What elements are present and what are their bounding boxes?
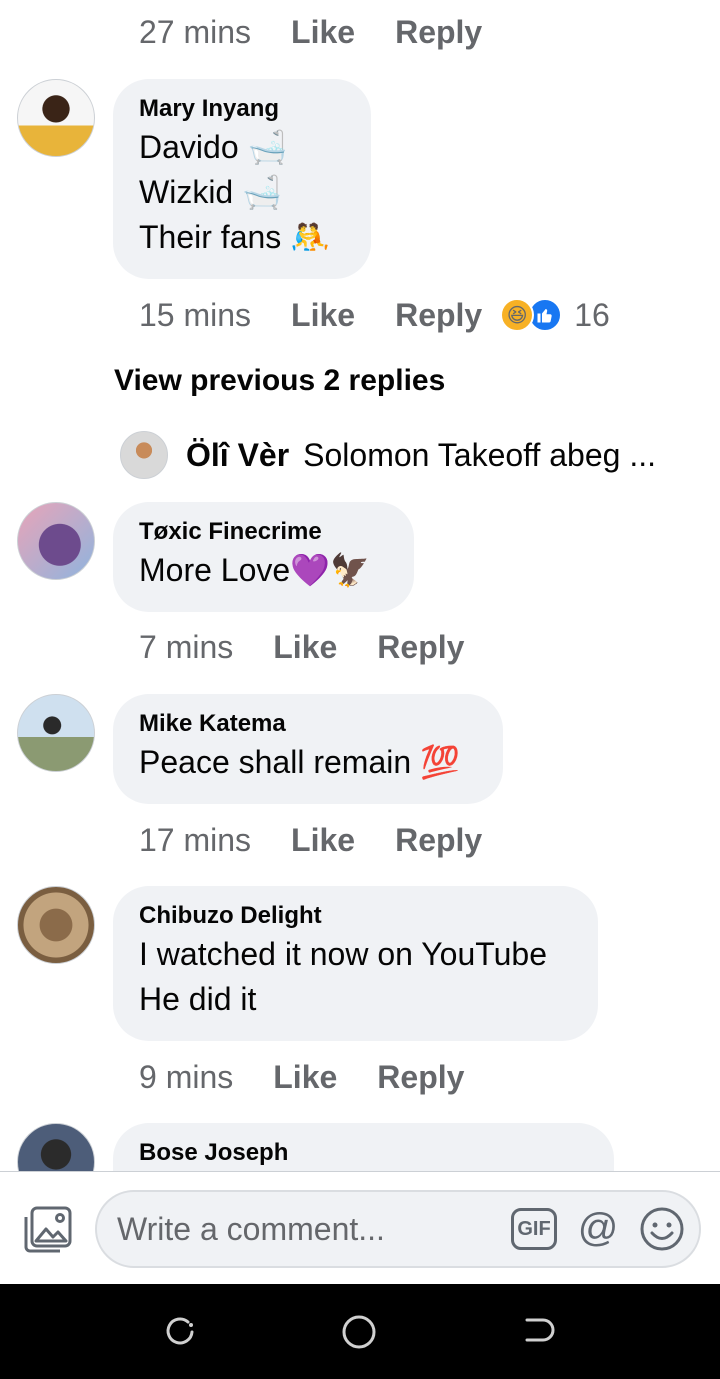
gif-icon[interactable]: GIF (511, 1208, 557, 1250)
reply-preview[interactable]: Ölî Vèr Solomon Takeoff abeg ... (120, 431, 656, 479)
reaction-count: 16 (574, 296, 610, 333)
comment-text-line: I watched it now on YouTube (139, 936, 547, 972)
like-button[interactable]: Like (291, 297, 355, 334)
comment-meta-row: 27 mins Like Reply (139, 12, 482, 52)
comment-time: 15 mins (139, 296, 252, 333)
like-button[interactable]: Like (273, 629, 337, 666)
like-button[interactable]: Like (291, 822, 355, 859)
comments-feed[interactable]: 27 mins Like Reply Mary Inyang Davido 🛁 … (0, 0, 720, 1171)
reply-button[interactable]: Reply (395, 297, 482, 334)
comment-time: 9 mins (139, 1058, 234, 1095)
back-icon[interactable] (521, 1314, 557, 1350)
comment-text-line: Their fans 🤼 (139, 219, 331, 255)
commenter-name[interactable]: Tøxic Finecrime (139, 518, 388, 546)
comment-time: 27 mins (139, 13, 252, 50)
commenter-name[interactable]: Bose Joseph (139, 1139, 588, 1167)
view-previous-replies-link[interactable]: View previous 2 replies (114, 364, 445, 398)
reply-author-name[interactable]: Ölî Vèr (186, 437, 289, 474)
home-icon[interactable] (341, 1314, 377, 1350)
comment-composer: GIF @ (0, 1171, 720, 1284)
comment-text-line: More Love💜🦅 (139, 552, 370, 588)
avatar[interactable] (17, 79, 95, 157)
reactions-summary[interactable]: 😆 16 (500, 297, 610, 334)
comment-bubble[interactable]: Bose Joseph (113, 1123, 614, 1171)
comment-text-line: Wizkid 🛁 (139, 174, 282, 210)
photo-icon[interactable] (22, 1205, 74, 1253)
reply-button[interactable]: Reply (377, 1059, 464, 1096)
reply-button[interactable]: Reply (395, 14, 482, 51)
like-button[interactable]: Like (291, 14, 355, 51)
reply-preview-text: Solomon Takeoff abeg ... (303, 436, 656, 473)
comment-bubble[interactable]: Tøxic Finecrime More Love💜🦅 (113, 502, 414, 612)
avatar[interactable] (120, 431, 168, 479)
haha-reaction-icon: 😆 (500, 298, 535, 332)
comment-bubble[interactable]: Mike Katema Peace shall remain 💯 (113, 694, 503, 804)
avatar[interactable] (17, 694, 95, 772)
smiley-icon[interactable] (639, 1206, 685, 1252)
reply-button[interactable]: Reply (377, 629, 464, 666)
comment-input-container[interactable]: GIF @ (95, 1190, 701, 1268)
comment-text-line: Peace shall remain 💯 (139, 744, 460, 780)
commenter-name[interactable]: Mary Inyang (139, 95, 345, 123)
comment-bubble[interactable]: Mary Inyang Davido 🛁 Wizkid 🛁 Their fans… (113, 79, 371, 279)
reply-button[interactable]: Reply (395, 822, 482, 859)
avatar[interactable] (17, 1123, 95, 1171)
at-icon[interactable]: @ (575, 1206, 621, 1252)
comment-input[interactable] (117, 1206, 497, 1252)
comment-time: 7 mins (139, 628, 234, 665)
recent-apps-icon[interactable] (162, 1314, 198, 1350)
commenter-name[interactable]: Mike Katema (139, 710, 477, 738)
comment-time: 17 mins (139, 821, 252, 858)
comment-text-line: Davido 🛁 (139, 129, 288, 165)
comment-meta-row: 17 mins Like Reply (139, 820, 482, 860)
avatar[interactable] (17, 502, 95, 580)
commenter-name[interactable]: Chibuzo Delight (139, 902, 572, 930)
comment-text-line: He did it (139, 981, 257, 1017)
comment-meta-row: 9 mins Like Reply (139, 1057, 464, 1097)
avatar[interactable] (17, 886, 95, 964)
comment-bubble[interactable]: Chibuzo Delight I watched it now on YouT… (113, 886, 598, 1041)
comment-meta-row: 7 mins Like Reply (139, 627, 464, 667)
system-navigation-bar (0, 1284, 720, 1379)
like-button[interactable]: Like (273, 1059, 337, 1096)
comment-meta-row: 15 mins Like Reply 😆 16 (139, 295, 610, 335)
